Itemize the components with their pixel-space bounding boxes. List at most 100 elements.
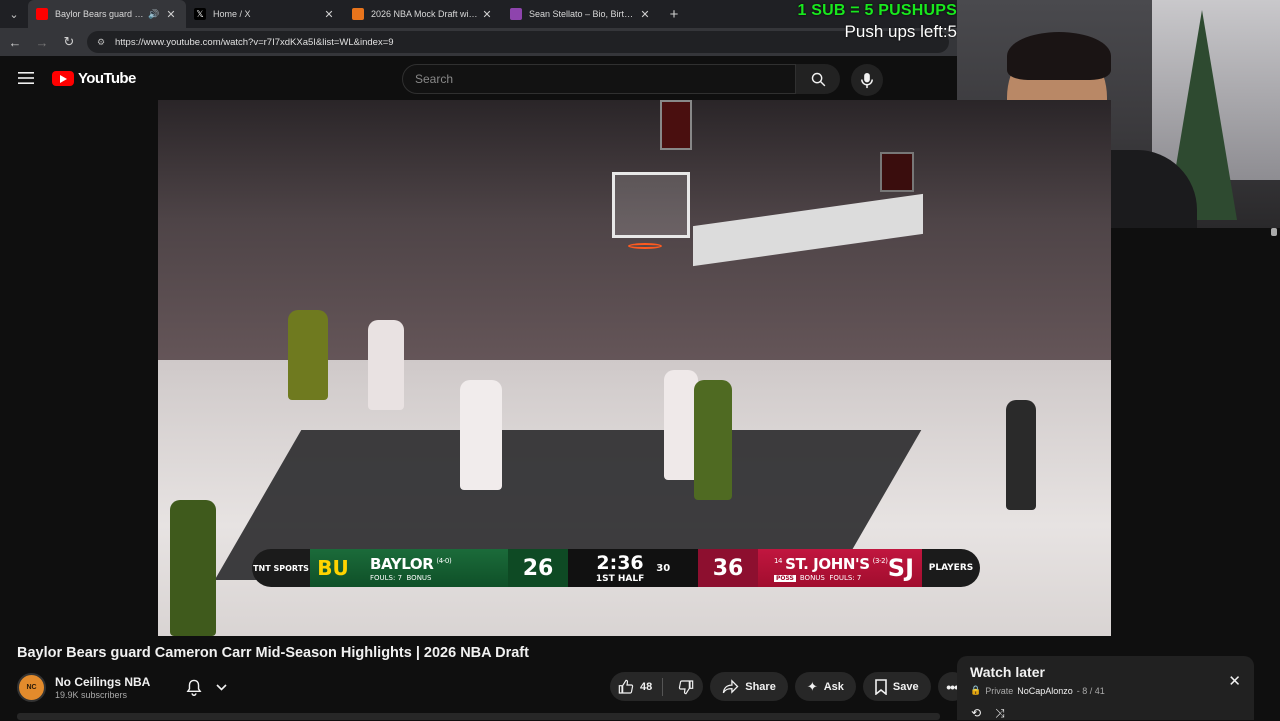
browser-tab-sean-stellato[interactable]: Sean Stellato – Bio, Birthday, Age ✕	[502, 0, 660, 28]
player-baylor	[288, 310, 328, 400]
game-clock-panel: 2:36 1ST HALF 30	[568, 549, 698, 587]
sub-pushups-rule: 1 SUB = 5 PUSHUPS	[797, 2, 957, 19]
forward-arrow-icon[interactable]: →	[30, 30, 54, 54]
playlist-controls: ⟲ ⤨	[971, 706, 1005, 721]
watch-later-playlist-panel: Watch later 🔒 Private NoCapAlonzo - 8 / …	[957, 656, 1254, 720]
save-button[interactable]: Save	[862, 672, 931, 701]
site-info-icon[interactable]: ⚙	[97, 37, 107, 47]
browser-tab-youtube[interactable]: Baylor Bears guard Cameron Carr 🔊 ✕	[28, 0, 186, 28]
game-clock: 2:36	[596, 552, 644, 574]
player-baylor	[170, 500, 216, 636]
away-team-name: BAYLOR (4-0)	[370, 554, 452, 573]
tab-search-dropdown-icon[interactable]: ⌄	[0, 0, 28, 28]
like-dislike-group: 48	[610, 672, 704, 701]
playlist-title[interactable]: Watch later	[970, 664, 1241, 680]
bio-site-favicon-icon	[510, 8, 522, 20]
arena-shot-clock	[880, 152, 914, 192]
loop-icon[interactable]: ⟲	[971, 706, 981, 721]
channel-row: NC No Ceilings NBA 19.9K subscribers	[17, 672, 227, 702]
youtube-favicon-icon	[36, 8, 48, 20]
player-st-johns	[460, 380, 502, 490]
video-title: Baylor Bears guard Cameron Carr Mid-Seas…	[17, 645, 529, 661]
channel-avatar[interactable]: NC	[17, 672, 46, 702]
browser-tab-mock-draft[interactable]: 2026 NBA Mock Draft with Lottery ✕	[344, 0, 502, 28]
search-icon	[811, 72, 825, 86]
tab-title: 2026 NBA Mock Draft with Lottery	[371, 9, 480, 19]
browser-tab-x[interactable]: 𝕏 Home / X ✕	[186, 0, 344, 28]
microphone-icon	[861, 72, 873, 88]
close-playlist-icon[interactable]: ✕	[1228, 672, 1241, 690]
channel-name[interactable]: No Ceilings NBA	[55, 675, 150, 689]
video-actions: 48 Share ✦ Ask Save •••	[610, 672, 967, 702]
away-score: 26	[508, 549, 568, 587]
like-button[interactable]: 48	[610, 677, 664, 696]
playlist-owner[interactable]: NoCapAlonzo	[1017, 686, 1073, 696]
close-tab-icon[interactable]: ✕	[638, 8, 652, 21]
like-count: 48	[640, 680, 653, 693]
playlist-privacy: Private	[985, 685, 1014, 696]
search-button[interactable]	[796, 64, 840, 94]
tab-title: Home / X	[213, 9, 251, 19]
close-tab-icon[interactable]: ✕	[480, 8, 494, 21]
youtube-play-icon	[52, 70, 74, 86]
playlist-meta: 🔒 Private NoCapAlonzo - 8 / 41	[970, 685, 1241, 696]
speaker-icon[interactable]: 🔊	[148, 9, 160, 20]
player-st-johns	[664, 370, 698, 480]
ask-label: Ask	[823, 680, 844, 693]
search-box[interactable]	[402, 64, 796, 94]
sparkle-icon: ✦	[806, 678, 818, 694]
menu-icon[interactable]	[0, 72, 52, 84]
referee	[1006, 400, 1036, 510]
home-fouls: POSS BONUS FOULS: 7	[774, 573, 862, 582]
tab-title: Sean Stellato – Bio, Birthday, Age	[529, 9, 638, 19]
scorebug: TNT SPORTS BU BAYLOR (4-0) FOULS: 7 BONUS…	[252, 549, 1020, 587]
notification-settings[interactable]	[186, 679, 227, 696]
search-input[interactable]	[415, 72, 795, 86]
shot-clock: 30	[656, 562, 671, 574]
stream-overlay: 1 SUB = 5 PUSHUPS Push ups left:5	[780, 2, 957, 42]
tab-title: Baylor Bears guard Cameron Carr	[55, 9, 148, 19]
arena-shot-clock	[660, 100, 692, 150]
baylor-logo-icon: BU	[317, 556, 349, 580]
shuffle-icon[interactable]: ⤨	[995, 706, 1005, 721]
close-tab-icon[interactable]: ✕	[322, 8, 336, 21]
youtube-logo[interactable]: YouTube	[52, 70, 136, 87]
ask-button[interactable]: ✦ Ask	[794, 672, 856, 701]
away-fouls: FOULS: 7 BONUS	[370, 573, 432, 582]
mock-draft-favicon-icon	[352, 8, 364, 20]
new-tab-icon[interactable]: +	[660, 6, 688, 23]
home-score: 36	[698, 549, 758, 587]
away-team-panel: BU BAYLOR (4-0) FOULS: 7 BONUS	[310, 549, 508, 587]
subscriber-count: 19.9K subscribers	[55, 689, 128, 700]
back-arrow-icon[interactable]: ←	[3, 30, 27, 54]
thumbs-down-icon	[679, 679, 694, 694]
player-baylor	[694, 380, 732, 500]
url-text: https://www.youtube.com/watch?v=r7I7xdKX…	[115, 36, 394, 48]
basket-rim	[628, 243, 662, 249]
player-st-johns	[368, 320, 404, 410]
scrollbar-thumb[interactable]	[1271, 228, 1277, 236]
save-label: Save	[892, 680, 919, 693]
bell-icon	[186, 679, 202, 696]
home-team-name: 14 ST. JOHN'S (3-2)	[774, 554, 888, 573]
bookmark-icon	[875, 678, 887, 695]
youtube-header: YouTube	[0, 56, 957, 100]
chevron-down-icon	[216, 683, 227, 691]
sponsor-logo: PLAYERS	[922, 549, 980, 587]
dislike-button[interactable]	[669, 679, 703, 695]
home-team-panel: 14 ST. JOHN'S (3-2) POSS BONUS FOULS: 7 SJ	[758, 549, 922, 587]
reload-icon[interactable]: ↻	[57, 30, 81, 54]
network-logo: TNT SPORTS	[252, 549, 310, 587]
share-label: Share	[745, 680, 776, 693]
backboard	[612, 172, 690, 238]
description-box-edge	[17, 713, 940, 720]
voice-search-button[interactable]	[851, 64, 883, 96]
share-button[interactable]: Share	[710, 672, 788, 701]
close-tab-icon[interactable]: ✕	[164, 8, 178, 21]
share-icon	[723, 679, 739, 694]
pushups-left-counter: Push ups left:5	[844, 22, 957, 41]
x-favicon-icon: 𝕏	[194, 8, 206, 20]
youtube-wordmark: YouTube	[78, 69, 136, 87]
playlist-position: - 8 / 41	[1076, 685, 1105, 696]
st-johns-logo-icon: SJ	[887, 554, 914, 582]
